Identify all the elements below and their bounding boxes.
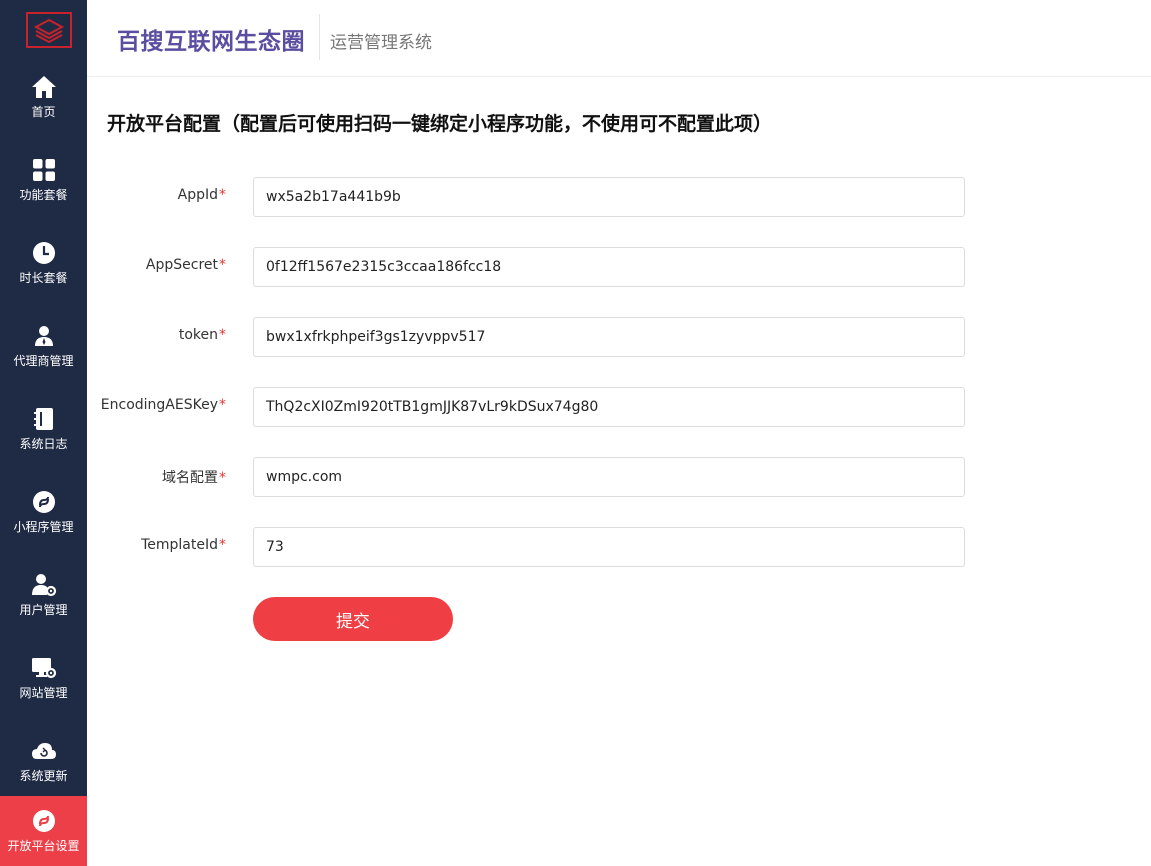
encodingaeskey-input[interactable] <box>253 387 965 427</box>
sidebar-item-label: 网站管理 <box>19 686 68 700</box>
required-mark: * <box>219 537 226 553</box>
sidebar-item-label: 首页 <box>31 105 56 119</box>
sidebar-item-label: 用户管理 <box>19 603 68 617</box>
sidebar-item-label: 开放平台设置 <box>7 839 80 853</box>
sidebar-item-agents[interactable]: 代理商管理 <box>0 311 87 381</box>
home-icon <box>31 74 57 100</box>
sidebar-item-label: 时长套餐 <box>19 271 68 285</box>
appid-label: AppId* <box>177 187 226 203</box>
page-title: 开放平台配置（配置后可使用扫码一键绑定小程序功能，不使用可不配置此项） <box>107 113 773 135</box>
required-mark: * <box>219 327 226 343</box>
form-row-appsecret: AppSecret* <box>87 247 1087 287</box>
sidebar-item-users[interactable]: 用户管理 <box>0 560 87 630</box>
sidebar-item-label: 小程序管理 <box>13 520 74 534</box>
user-gear-icon <box>31 572 57 598</box>
header: 百搜互联网生态圈 运营管理系统 <box>87 0 1151 77</box>
sidebar-item-system-update[interactable]: 系统更新 <box>0 726 87 796</box>
templateid-label: TemplateId* <box>141 537 226 553</box>
required-mark: * <box>219 397 226 413</box>
token-input[interactable] <box>253 317 965 357</box>
templateid-input[interactable] <box>253 527 965 567</box>
brand-title: 百搜互联网生态圈 <box>117 29 305 55</box>
appid-input[interactable] <box>253 177 965 217</box>
header-divider <box>319 14 320 60</box>
header-subtitle: 运营管理系统 <box>330 33 432 53</box>
logo-icon <box>26 12 72 48</box>
required-mark: * <box>219 470 226 486</box>
form-row-domain: 域名配置* <box>87 457 1087 497</box>
miniprogram-icon <box>31 808 57 834</box>
encodingaeskey-label: EncodingAESKey* <box>100 397 226 413</box>
sidebar-item-home[interactable]: 首页 <box>0 62 87 132</box>
token-label: token* <box>178 327 226 343</box>
sidebar-item-feature-packages[interactable]: 功能套餐 <box>0 145 87 215</box>
sidebar-item-label: 功能套餐 <box>19 188 68 202</box>
form-row-encodingaeskey: EncodingAESKey* <box>87 387 1087 427</box>
appsecret-label: AppSecret* <box>145 257 226 273</box>
submit-button[interactable]: 提交 <box>253 597 453 641</box>
sidebar-item-websites[interactable]: 网站管理 <box>0 643 87 713</box>
grid-icon <box>31 157 57 183</box>
required-mark: * <box>219 257 226 273</box>
clock-icon <box>31 240 57 266</box>
sidebar-item-miniprogram[interactable]: 小程序管理 <box>0 477 87 547</box>
sidebar: 首页 功能套餐 时长套餐 代理商管理 系统日志 小程序管理 用户管理 网站管理 … <box>0 0 87 866</box>
form-row-appid: AppId* <box>87 177 1087 217</box>
monitor-gear-icon <box>31 655 57 681</box>
miniprogram-icon <box>31 489 57 515</box>
cloud-refresh-icon <box>31 738 57 764</box>
sidebar-item-label: 系统更新 <box>19 769 68 783</box>
domain-label: 域名配置* <box>162 470 226 486</box>
form-row-token: token* <box>87 317 1087 357</box>
agent-user-icon <box>31 323 57 349</box>
domain-input[interactable] <box>253 457 965 497</box>
required-mark: * <box>219 187 226 203</box>
sidebar-item-duration-packages[interactable]: 时长套餐 <box>0 228 87 298</box>
sidebar-item-label: 代理商管理 <box>13 354 74 368</box>
sidebar-item-label: 系统日志 <box>19 437 68 451</box>
sidebar-item-open-platform-settings[interactable]: 开放平台设置 <box>0 796 87 866</box>
notebook-icon <box>31 406 57 432</box>
appsecret-input[interactable] <box>253 247 965 287</box>
form-row-templateid: TemplateId* <box>87 527 1087 567</box>
sidebar-item-system-logs[interactable]: 系统日志 <box>0 394 87 464</box>
